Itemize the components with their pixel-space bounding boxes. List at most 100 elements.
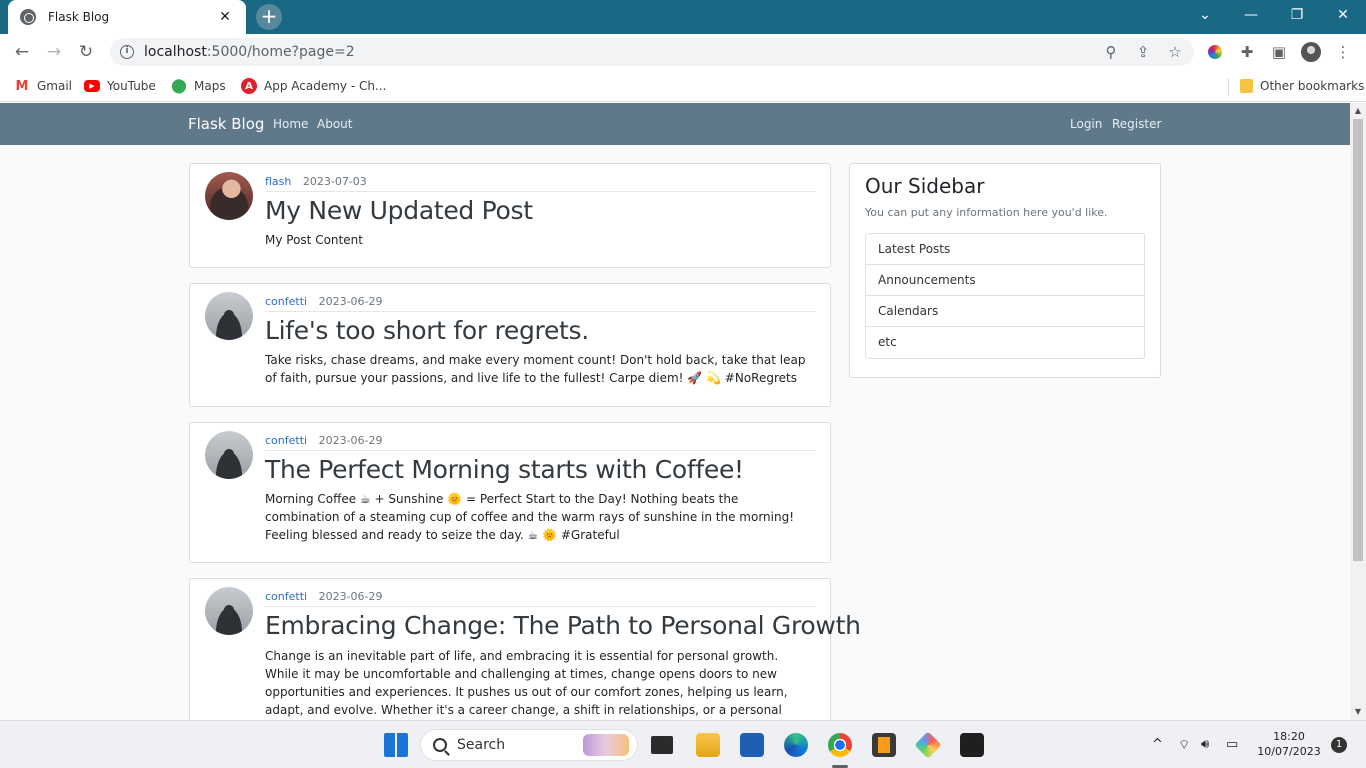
volume-icon[interactable]: 🔊︎ (1201, 737, 1209, 752)
sidebar: Our Sidebar You can put any information … (849, 163, 1161, 378)
post-content: Take risks, chase dreams, and make every… (265, 353, 806, 385)
site-info-icon[interactable]: i (120, 45, 134, 59)
minimize-button[interactable]: — (1228, 0, 1274, 30)
sidebar-subtitle: You can put any information here you'd l… (865, 206, 1108, 219)
new-tab-button[interactable]: + (256, 4, 282, 30)
page-scrollbar[interactable]: ▲ ▼ (1350, 103, 1366, 720)
show-hidden-icons-chevron-icon[interactable]: ^ (1152, 737, 1163, 752)
edge-icon[interactable] (784, 733, 808, 757)
author-avatar (205, 292, 253, 340)
taskbar-search[interactable]: Search (420, 729, 638, 761)
sidebar-title: Our Sidebar (865, 174, 985, 198)
chrome-icon[interactable] (828, 733, 852, 757)
taskbar-search-label: Search (457, 737, 506, 753)
youtube-icon: ▶ (84, 80, 100, 92)
url-host: localhost (144, 44, 207, 60)
bookmark-gmail[interactable]: M Gmail (14, 77, 72, 95)
scroll-up-arrow-icon[interactable]: ▲ (1353, 106, 1363, 116)
author-link[interactable]: confetti (265, 295, 307, 308)
windows-start-icon[interactable] (384, 733, 408, 757)
sidebar-item-calendars[interactable]: Calendars (866, 296, 1144, 327)
microsoft-store-icon[interactable] (740, 733, 764, 757)
battery-icon[interactable]: ▭ (1226, 737, 1238, 752)
address-bar[interactable]: i localhost:5000/home?page=2 (110, 38, 1194, 66)
bookmarks-bar: M Gmail ▶ YouTube ⬤ Maps A App Academy -… (0, 70, 1366, 102)
scroll-down-arrow-icon[interactable]: ▼ (1353, 707, 1363, 717)
post-title-link[interactable]: Life's too short for regrets. (265, 316, 589, 345)
tab-strip: Flask Blog ✕ + ⌄ — ❐ ✕ (0, 0, 1366, 34)
wifi-icon[interactable]: ⌔ (1178, 737, 1190, 753)
sidebar-item-etc[interactable]: etc (866, 327, 1144, 358)
extensions-icon[interactable]: ✚ (1237, 42, 1257, 62)
globe-icon (20, 9, 36, 25)
zoom-icon[interactable]: ⚲ (1101, 42, 1121, 62)
site-navbar: Flask Blog Home About Login Register (0, 103, 1350, 145)
author-link[interactable]: confetti (265, 434, 307, 447)
nav-login-link[interactable]: Login (1070, 117, 1102, 131)
nav-home-link[interactable]: Home (273, 117, 308, 131)
search-icon (433, 738, 447, 752)
author-link[interactable]: flash (265, 175, 291, 188)
bookmark-label: YouTube (107, 79, 156, 93)
post-meta: confetti 2023-06-29 (265, 295, 816, 312)
author-avatar (205, 172, 253, 220)
side-panel-icon[interactable]: ▣ (1269, 42, 1289, 62)
bookmark-maps[interactable]: ⬤ Maps (171, 77, 225, 95)
file-explorer-icon[interactable] (696, 733, 720, 757)
task-view-icon[interactable] (651, 736, 673, 754)
bookmark-label: App Academy - Ch... (264, 79, 387, 93)
post-date: 2023-07-03 (302, 175, 367, 188)
clock-time: 18:20 (1273, 730, 1305, 743)
post-title-link[interactable]: The Perfect Morning starts with Coffee! (265, 455, 744, 484)
gitkraken-icon[interactable] (914, 731, 942, 759)
post-meta: confetti 2023-06-29 (265, 434, 816, 451)
url-path: :5000/home?page=2 (206, 44, 355, 60)
post-title-link[interactable]: My New Updated Post (265, 196, 533, 225)
notification-badge[interactable]: 1 (1331, 737, 1347, 753)
post-date: 2023-06-29 (318, 434, 383, 447)
scroll-thumb[interactable] (1353, 119, 1363, 561)
other-bookmarks-label: Other bookmarks (1260, 79, 1365, 93)
restore-button[interactable]: ❐ (1274, 0, 1320, 30)
bookmark-app-academy[interactable]: A App Academy - Ch... (241, 77, 386, 95)
forward-button[interactable]: → (42, 40, 66, 64)
post-meta: flash 2023-07-03 (265, 175, 816, 192)
post-meta: confetti 2023-06-29 (265, 590, 816, 607)
sidebar-item-announcements[interactable]: Announcements (866, 265, 1144, 296)
brand-link[interactable]: Flask Blog (188, 115, 264, 133)
close-tab-icon[interactable]: ✕ (216, 9, 234, 25)
clock[interactable]: 18:20 10/07/2023 (1254, 729, 1324, 759)
nav-register-link[interactable]: Register (1112, 117, 1161, 131)
author-link[interactable]: confetti (265, 590, 307, 603)
bookmark-label: Gmail (37, 79, 73, 93)
share-icon[interactable]: ⇪ (1133, 42, 1153, 62)
other-bookmarks[interactable]: Other bookmarks (1240, 77, 1364, 95)
sublime-text-icon[interactable] (872, 733, 896, 757)
close-window-button[interactable]: ✕ (1320, 0, 1366, 30)
post-content: Change is an inevitable part of life, an… (265, 649, 788, 717)
profile-avatar[interactable] (1301, 42, 1321, 62)
post-content: Morning Coffee ☕ + Sunshine 🌞 = Perfect … (265, 492, 795, 542)
browser-tab[interactable]: Flask Blog ✕ (8, 0, 246, 34)
author-avatar (205, 587, 253, 635)
terminal-icon[interactable] (960, 733, 984, 757)
post-date: 2023-06-29 (318, 295, 383, 308)
app-academy-icon: A (241, 78, 257, 94)
sidebar-item-latest-posts[interactable]: Latest Posts (866, 234, 1144, 265)
post-card: confetti 2023-06-29 Embracing Change: Th… (189, 578, 861, 720)
bookmark-youtube[interactable]: ▶ YouTube (84, 77, 156, 95)
post-card: flash 2023-07-03 My New Updated Post My … (189, 163, 831, 268)
color-extension-icon[interactable] (1205, 42, 1225, 62)
reload-button[interactable]: ↻ (74, 40, 98, 64)
post-content: My Post Content (265, 233, 363, 247)
nav-about-link[interactable]: About (317, 117, 352, 131)
menu-kebab-icon[interactable]: ⋮ (1333, 42, 1353, 62)
gmail-icon: M (15, 78, 29, 94)
browser-toolbar: ← → ↻ i localhost:5000/home?page=2 ⚲ ⇪ ☆… (0, 34, 1366, 70)
back-button[interactable]: ← (10, 40, 34, 64)
tab-search-chevron-icon[interactable]: ⌄ (1182, 0, 1228, 30)
author-avatar (205, 431, 253, 479)
bookmark-star-icon[interactable]: ☆ (1165, 42, 1185, 62)
post-title-link[interactable]: Embracing Change: The Path to Personal G… (265, 611, 861, 640)
clock-date: 10/07/2023 (1257, 745, 1321, 758)
